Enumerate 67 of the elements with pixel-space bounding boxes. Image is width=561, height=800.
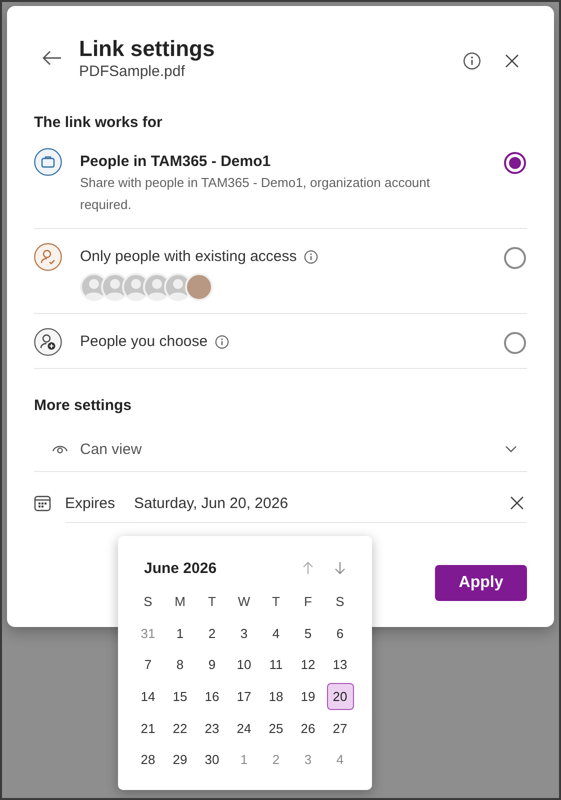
close-icon[interactable] [510, 496, 524, 510]
calendar-day[interactable]: 14 [134, 683, 162, 710]
calendar-day[interactable]: 13 [326, 651, 354, 678]
option-title[interactable]: People you choose [80, 331, 208, 353]
radio-button[interactable] [504, 332, 526, 354]
info-icon[interactable] [463, 52, 481, 70]
calendar-day[interactable]: 23 [198, 714, 226, 742]
calendar-day[interactable]: 8 [166, 651, 194, 678]
calendar-day[interactable]: 17 [230, 683, 258, 710]
calendar-day[interactable]: 10 [230, 651, 258, 678]
person-add-icon [34, 328, 62, 356]
eye-icon [52, 443, 68, 455]
calendar-day[interactable]: 3 [230, 620, 258, 647]
calendar-day[interactable]: 30 [198, 746, 226, 774]
avatar-photo [185, 273, 213, 301]
briefcase-icon [34, 148, 62, 176]
back-arrow-icon[interactable] [42, 50, 62, 66]
calendar-day[interactable]: 5 [294, 620, 322, 647]
calendar-day[interactable]: 12 [294, 651, 322, 678]
weekday-label: W [236, 593, 252, 612]
section-heading: More settings [34, 396, 133, 416]
weekday-label: S [142, 593, 154, 612]
permission-dropdown[interactable]: Can view [34, 427, 527, 472]
weekday-label: S [334, 593, 346, 612]
expires-label: Expires [65, 494, 116, 512]
calendar-day[interactable]: 18 [262, 683, 290, 710]
calendar-day[interactable]: 25 [262, 714, 290, 742]
calendar-day[interactable]: 20 [326, 683, 354, 710]
option-title[interactable]: Only people with existing access [80, 246, 297, 268]
calendar-day[interactable]: 26 [294, 714, 322, 742]
person-check-icon [34, 243, 62, 271]
calendar-day[interactable]: 28 [134, 746, 162, 774]
calendar-day[interactable]: 1 [166, 620, 194, 647]
close-icon[interactable] [505, 54, 519, 68]
calendar-day[interactable]: 15 [166, 683, 194, 710]
calendar-day[interactable]: 2 [198, 620, 226, 647]
info-icon[interactable] [304, 250, 318, 264]
weekday-label: T [271, 593, 281, 612]
calendar-day[interactable]: 24 [230, 714, 258, 742]
dialog-title: Link settings [79, 36, 216, 62]
info-icon[interactable] [214, 335, 229, 349]
calendar-day[interactable]: 29 [166, 746, 194, 774]
radio-button[interactable] [504, 247, 526, 269]
calendar-day[interactable]: 22 [166, 714, 194, 742]
weekday-label: T [207, 593, 217, 612]
calendar-day[interactable]: 6 [326, 620, 354, 647]
calendar-day[interactable]: 19 [294, 683, 322, 710]
weekday-label: M [174, 593, 186, 612]
option-title[interactable]: People in TAM365 - Demo1 [80, 151, 271, 173]
weekday-label: F [303, 593, 313, 612]
calendar-icon [34, 495, 51, 512]
expiry-date-field[interactable]: Saturday, Jun 20, 2026 [134, 494, 510, 512]
calendar-day[interactable]: 11 [262, 651, 290, 678]
section-heading: The link works for [34, 113, 164, 133]
radio-button[interactable] [504, 152, 526, 174]
calendar-day[interactable]: 7 [134, 651, 162, 678]
arrow-down-icon[interactable] [334, 561, 346, 575]
calendar-day[interactable]: 27 [326, 714, 354, 742]
apply-button[interactable]: Apply [435, 565, 527, 601]
option-description: Share with people in TAM365 - Demo1, organization account required. [80, 174, 431, 214]
file-name: PDFSample.pdf [79, 62, 186, 82]
chevron-down-icon [505, 445, 517, 453]
month-title: June 2026 [144, 560, 218, 576]
calendar-day[interactable]: 16 [198, 683, 226, 710]
calendar-day[interactable]: 4 [262, 620, 290, 647]
calendar-day[interactable]: 21 [134, 714, 162, 742]
calendar-day[interactable]: 9 [198, 651, 226, 678]
